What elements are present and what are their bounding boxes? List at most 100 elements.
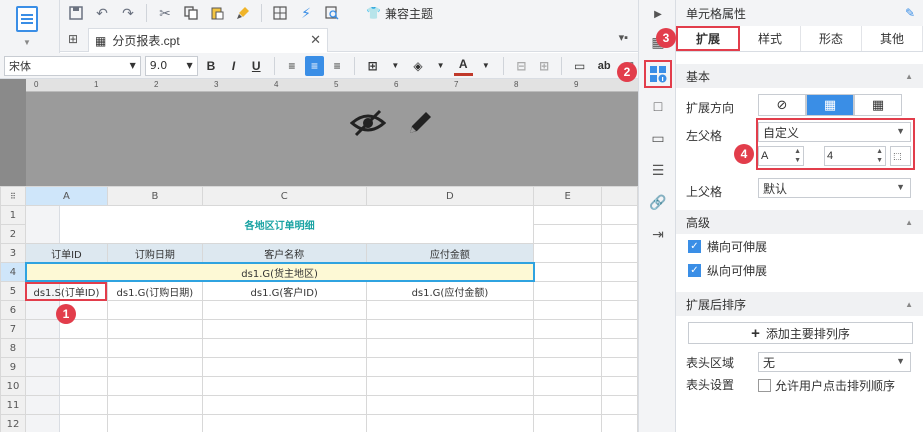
header-cell-customer[interactable]: 客户名称 <box>201 243 367 263</box>
add-sort-button[interactable]: + 添加主要排列序 <box>688 322 913 344</box>
vertical-extend-icon[interactable]: ▦ <box>806 94 854 116</box>
text-field-icon[interactable]: ▭ <box>570 56 589 76</box>
cell[interactable] <box>533 300 603 320</box>
cell[interactable] <box>24 395 108 415</box>
align-left-icon[interactable]: ≡ <box>283 56 302 76</box>
tab-report-file[interactable]: ▦ 分页报表.cpt ✕ <box>88 28 328 52</box>
header-cell-order-date[interactable]: 订购日期 <box>106 243 203 263</box>
cell[interactable] <box>601 300 638 320</box>
h-extend-checkbox[interactable]: ✓ 横向可伸展 <box>676 234 923 258</box>
cell[interactable] <box>533 414 603 432</box>
row-header[interactable]: 5 <box>0 281 26 301</box>
edit-icon[interactable]: ✎ <box>905 6 915 20</box>
redo-icon[interactable]: ↷ <box>116 2 140 24</box>
header-area-select[interactable]: 无 ▼ <box>758 352 911 372</box>
cell[interactable] <box>201 319 367 339</box>
bold-button[interactable]: B <box>202 56 221 76</box>
cell[interactable] <box>365 319 535 339</box>
cell[interactable] <box>106 319 203 339</box>
import-icon[interactable]: ⇥ <box>648 224 668 244</box>
stack-icon[interactable]: ☰ <box>648 160 668 180</box>
cell[interactable] <box>533 243 603 263</box>
document-icon[interactable] <box>16 6 38 32</box>
column-header-c[interactable]: C <box>201 186 367 206</box>
cell[interactable] <box>365 338 535 358</box>
chevron-down-icon[interactable]: ▼ <box>477 56 496 76</box>
cell[interactable] <box>601 376 638 396</box>
header-cell-order-id[interactable]: 订单ID <box>24 243 108 263</box>
row-header[interactable]: 8 <box>0 338 26 358</box>
left-parent-col-spinner[interactable]: A ▲ ▼ <box>758 146 804 166</box>
cell[interactable] <box>365 395 535 415</box>
cell[interactable] <box>601 338 638 358</box>
condition-icon[interactable]: ▭ <box>648 128 668 148</box>
collapse-arrow-icon[interactable]: ▶ <box>648 4 668 24</box>
cell[interactable] <box>365 376 535 396</box>
cell[interactable] <box>106 338 203 358</box>
row-header[interactable]: 10 <box>0 376 26 396</box>
stepper-icon[interactable]: ▲ ▼ <box>794 147 801 165</box>
row-header[interactable]: 2 <box>0 224 26 244</box>
undo-icon[interactable]: ↶ <box>90 2 114 24</box>
column-header-f[interactable] <box>601 186 638 206</box>
cell-b5-order-date[interactable]: ds1.G(订购日期) <box>106 281 203 301</box>
cut-icon[interactable]: ✂ <box>153 2 177 24</box>
plugin-icon[interactable]: ⚡ <box>294 2 318 24</box>
format-brush-icon[interactable] <box>231 2 255 24</box>
cell[interactable] <box>24 414 108 432</box>
underline-button[interactable]: U <box>247 56 266 76</box>
close-icon[interactable]: ✕ <box>310 32 321 48</box>
row-header[interactable]: 4 <box>0 262 26 282</box>
horizontal-extend-icon[interactable]: ▦ <box>854 94 902 116</box>
hidden-eye-icon[interactable] <box>350 107 386 139</box>
hyperlink-icon[interactable]: 🔗 <box>648 192 668 212</box>
merge-cells-icon[interactable]: ⊟ <box>512 56 531 76</box>
edit-pencil-icon[interactable] <box>404 107 436 139</box>
cell[interactable] <box>533 224 603 244</box>
cell[interactable] <box>533 357 603 377</box>
align-right-icon[interactable]: ≡ <box>328 56 347 76</box>
row-header[interactable]: 12 <box>0 414 26 432</box>
cell[interactable] <box>201 376 367 396</box>
cell-properties-icon[interactable] <box>648 64 668 84</box>
cell[interactable] <box>601 357 638 377</box>
cell[interactable] <box>533 205 603 225</box>
tab-extend[interactable]: 扩展 <box>676 26 740 51</box>
cell[interactable] <box>365 357 535 377</box>
insert-cell-icon[interactable] <box>268 2 292 24</box>
cell[interactable] <box>24 357 108 377</box>
stepper-icon[interactable]: ▲ ▼ <box>876 147 883 165</box>
italic-button[interactable]: I <box>224 56 243 76</box>
grid-icon[interactable]: ⊞ <box>68 32 78 46</box>
cell[interactable] <box>533 281 603 301</box>
collapse-icon[interactable]: ▲ <box>905 300 913 309</box>
cell[interactable] <box>601 205 638 225</box>
cell[interactable] <box>601 395 638 415</box>
font-size-select[interactable]: 9.0 ▼ <box>144 55 198 76</box>
cell-d5-amount[interactable]: ds1.G(应付金额) <box>365 281 535 301</box>
v-extend-checkbox[interactable]: ✓ 纵向可伸展 <box>676 258 923 282</box>
allow-sort-checkbox[interactable]: 允许用户点击排列顺序 <box>758 377 895 394</box>
row-header[interactable]: 11 <box>0 395 26 415</box>
compat-theme-button[interactable]: 👕 兼容主题 <box>366 5 433 22</box>
row-header[interactable]: 9 <box>0 357 26 377</box>
column-header-e[interactable]: E <box>533 186 603 206</box>
collapse-icon[interactable]: ▲ <box>905 218 913 227</box>
cell[interactable] <box>106 357 203 377</box>
section-sort[interactable]: 扩展后排序 ▲ <box>676 292 923 316</box>
fill-color-icon[interactable]: ◈ <box>409 56 428 76</box>
preview-search-icon[interactable] <box>320 2 344 24</box>
paste-icon[interactable] <box>205 2 229 24</box>
font-color-button[interactable]: A <box>453 56 473 76</box>
row-header[interactable]: 6 <box>0 300 26 320</box>
cell[interactable] <box>201 300 367 320</box>
cell-c5-customer-id[interactable]: ds1.G(客户ID) <box>201 281 367 301</box>
cell[interactable] <box>106 395 203 415</box>
cell[interactable] <box>365 414 535 432</box>
row-header[interactable]: 7 <box>0 319 26 339</box>
cell[interactable] <box>533 395 603 415</box>
top-parent-select[interactable]: 默认 ▼ <box>758 178 911 198</box>
left-parent-select[interactable]: 自定义 ▼ <box>758 122 911 142</box>
chevron-down-icon[interactable]: ▼ <box>386 56 405 76</box>
border-icon[interactable]: ⊞ <box>363 56 382 76</box>
